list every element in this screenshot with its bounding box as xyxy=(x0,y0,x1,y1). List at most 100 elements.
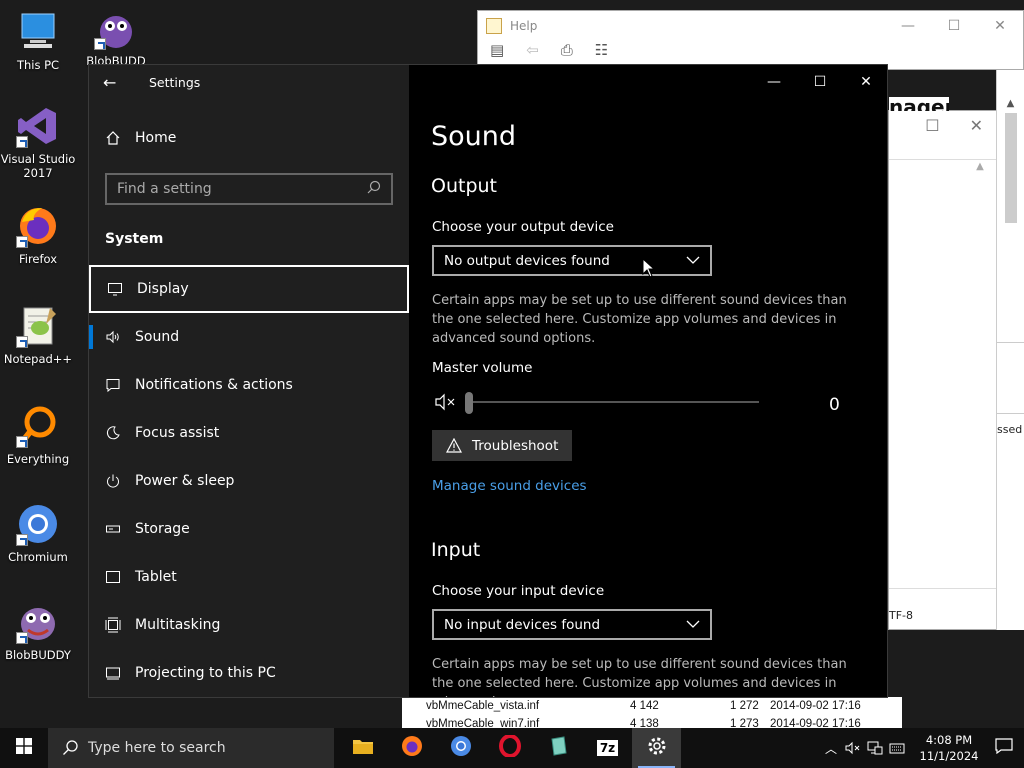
taskbar-search-box[interactable]: Type here to search xyxy=(48,728,334,768)
settings-window[interactable]: ← Settings Home Find a setting System Di… xyxy=(88,64,888,698)
this-pc-icon xyxy=(16,10,60,54)
desktop-icon-firefox[interactable]: Firefox xyxy=(0,204,76,266)
dropdown-value: No output devices found xyxy=(444,252,610,269)
sidebar-item-tablet[interactable]: Tablet xyxy=(89,553,409,601)
desktop-icon-this-pc[interactable]: This PC xyxy=(0,10,76,72)
keyboard-icon[interactable] xyxy=(886,741,908,755)
desktop-icon-notepadpp[interactable]: Notepad++ xyxy=(0,304,76,366)
back-arrow-icon[interactable]: ⇦ xyxy=(526,41,539,59)
minimize-icon[interactable]: — xyxy=(751,65,797,99)
taskbar-firefox[interactable] xyxy=(387,728,436,768)
desktop-icon-label: Firefox xyxy=(18,252,58,266)
maximize-icon[interactable]: ☐ xyxy=(797,65,843,99)
manage-sound-devices-link[interactable]: Manage sound devices xyxy=(432,478,587,494)
manager-window[interactable]: nager ☐ ✕ ▲ TF-8 xyxy=(888,97,998,630)
desktop-icon-label: Chromium xyxy=(8,550,68,564)
shortcut-arrow-icon xyxy=(16,136,28,148)
shortcut-arrow-icon xyxy=(16,236,28,248)
sidebar-item-power-sleep[interactable]: Power & sleep xyxy=(89,457,409,505)
sidebar-item-label: Power & sleep xyxy=(135,473,235,489)
start-button[interactable] xyxy=(0,728,48,768)
network-icon[interactable] xyxy=(864,741,886,755)
troubleshoot-button[interactable]: Troubleshoot xyxy=(432,430,573,461)
close-icon[interactable]: ✕ xyxy=(843,65,887,99)
home-nav-item[interactable]: Home xyxy=(89,115,409,161)
minimize-icon[interactable]: — xyxy=(885,18,931,34)
desktop-icon-visual-studio[interactable]: Visual Studio 2017 xyxy=(0,104,76,180)
file-date: 2014-09-02 17:16 xyxy=(770,700,861,712)
everything-icon xyxy=(16,404,60,448)
scrollbar-thumb[interactable] xyxy=(1004,113,1017,223)
notifications-icon xyxy=(105,377,135,393)
master-volume-label: Master volume xyxy=(432,360,533,376)
manager-title-fragment: nager xyxy=(889,97,949,111)
window-controls: — ☐ ✕ xyxy=(751,65,887,99)
desktop-icon-blobbuddy[interactable]: BlobBUDDY xyxy=(0,600,76,662)
desktop-icon-blobbudd[interactable]: BlobBUDD xyxy=(78,6,154,68)
output-device-dropdown[interactable]: No output devices found xyxy=(432,245,712,276)
help-toolbar: ▤ ⇦ ⎙ ☷ xyxy=(478,41,1023,59)
search-icon xyxy=(367,180,381,198)
file-explorer-icon xyxy=(352,737,374,759)
sidebar-item-projecting[interactable]: Projecting to this PC xyxy=(89,649,409,697)
blobbuddy-icon xyxy=(16,600,60,644)
sidebar-item-label: Display xyxy=(137,281,189,297)
taskbar-file-explorer[interactable] xyxy=(338,728,387,768)
volume-slider-track[interactable] xyxy=(467,401,759,403)
desktop-icon-label: Everything xyxy=(6,452,70,466)
help-icon xyxy=(486,18,502,34)
sidebar-item-label: Storage xyxy=(135,521,190,537)
taskbar-clock[interactable]: 4:08 PM 11/1/2024 xyxy=(914,732,984,764)
volume-value: 0 xyxy=(829,395,840,415)
back-arrow-icon[interactable]: ← xyxy=(103,73,123,92)
shortcut-arrow-icon xyxy=(94,38,106,50)
volume-muted-icon[interactable] xyxy=(842,741,864,755)
maximize-icon[interactable]: ☐ xyxy=(925,116,939,135)
sidebar-item-multitasking[interactable]: Multitasking xyxy=(89,601,409,649)
table-row[interactable]: vbMmeCable_vista.inf 4 142 1 272 2014-09… xyxy=(402,697,902,715)
desktop-icon-chromium[interactable]: Chromium xyxy=(0,502,76,564)
help-window[interactable]: Help — ☐ ✕ ▤ ⇦ ⎙ ☷ xyxy=(477,10,1024,70)
sidebar-item-sound[interactable]: Sound xyxy=(89,313,409,361)
archive-file-list[interactable]: vbMmeCable_vista.inf 4 142 1 272 2014-09… xyxy=(402,697,902,730)
maximize-icon[interactable]: ☐ xyxy=(931,18,977,34)
right-background-window[interactable]: ▲ ssed xyxy=(996,70,1024,630)
sidebar-item-notifications[interactable]: Notifications & actions xyxy=(89,361,409,409)
speaker-mute-icon[interactable] xyxy=(435,393,457,415)
page-title: Sound xyxy=(431,121,517,152)
taskbar-notepadpp[interactable] xyxy=(534,728,583,768)
display-icon xyxy=(107,281,137,297)
sidebar-item-focus-assist[interactable]: Focus assist xyxy=(89,409,409,457)
input-device-dropdown[interactable]: No input devices found xyxy=(432,609,712,640)
notepadpp-icon xyxy=(548,735,570,761)
sidebar-item-display[interactable]: Display xyxy=(89,265,409,313)
taskbar-chromium[interactable] xyxy=(436,728,485,768)
desktop-icon-label: This PC xyxy=(16,58,60,72)
hide-pane-icon[interactable]: ▤ xyxy=(490,41,504,59)
manager-scrollbar[interactable]: ▲ xyxy=(973,161,987,587)
system-tray: ︿ 4:08 PM 11/1/2024 xyxy=(820,728,1024,768)
settings-title-bar: ← Settings xyxy=(89,65,409,99)
action-center-button[interactable] xyxy=(984,738,1024,758)
taskbar-settings[interactable] xyxy=(632,728,681,768)
taskbar-opera[interactable] xyxy=(485,728,534,768)
input-description: Certain apps may be set up to use differ… xyxy=(432,657,847,697)
output-device-label: Choose your output device xyxy=(432,219,614,235)
scroll-up-icon[interactable]: ▲ xyxy=(997,98,1024,109)
window-title: Settings xyxy=(149,74,201,90)
notepadpp-icon xyxy=(16,304,60,348)
close-icon[interactable]: ✕ xyxy=(970,116,983,135)
options-icon[interactable]: ☷ xyxy=(595,41,608,59)
volume-slider-thumb[interactable] xyxy=(465,392,473,414)
close-icon[interactable]: ✕ xyxy=(977,18,1023,34)
desktop-icon-everything[interactable]: Everything xyxy=(0,404,76,466)
multitasking-icon xyxy=(105,617,135,633)
desktop-icon-label: Visual Studio 2017 xyxy=(0,152,76,180)
find-setting-input[interactable]: Find a setting xyxy=(105,173,393,205)
chevron-up-icon[interactable]: ︿ xyxy=(820,740,842,757)
taskbar-7zip[interactable]: 7z xyxy=(583,728,632,768)
print-icon[interactable]: ⎙ xyxy=(561,41,573,59)
focus-assist-icon xyxy=(105,425,135,441)
file-size: 4 142 xyxy=(630,700,659,712)
sidebar-item-storage[interactable]: Storage xyxy=(89,505,409,553)
